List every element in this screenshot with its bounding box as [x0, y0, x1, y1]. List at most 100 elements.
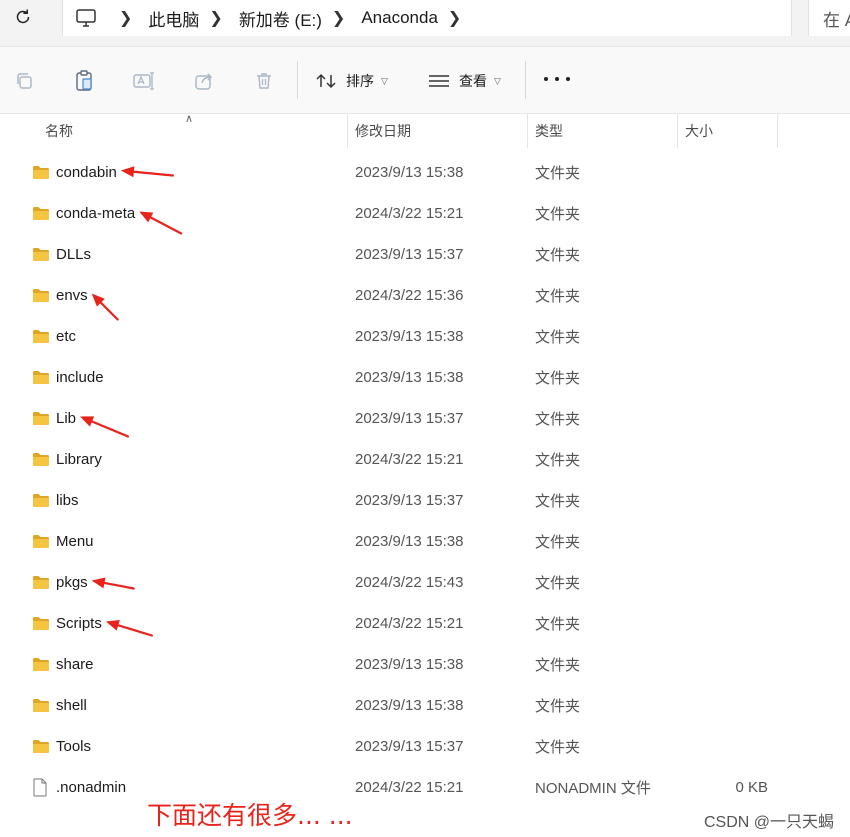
- modified-date: 2024/3/22 15:21: [355, 205, 464, 222]
- file-size: [680, 685, 768, 726]
- file-row[interactable]: share 2023/9/13 15:38 文件夹: [0, 644, 850, 685]
- modified-date: 2023/9/13 15:38: [355, 656, 464, 673]
- file-row[interactable]: condabin 2023/9/13 15:38 文件夹: [0, 152, 850, 193]
- modified-date: 2024/3/22 15:21: [355, 615, 464, 632]
- view-button[interactable]: 查看 ▽: [428, 69, 501, 93]
- modified-date: 2023/9/13 15:38: [355, 328, 464, 345]
- file-row[interactable]: Menu 2023/9/13 15:38 文件夹: [0, 521, 850, 562]
- file-name: .nonadmin: [56, 779, 127, 796]
- sort-button[interactable]: 排序 ▽: [316, 69, 388, 93]
- modified-date: 2024/3/22 15:21: [355, 779, 464, 796]
- file-row[interactable]: include 2023/9/13 15:38 文件夹: [0, 357, 850, 398]
- file-row[interactable]: libs 2023/9/13 15:37 文件夹: [0, 480, 850, 521]
- folder-icon: [32, 411, 50, 427]
- column-header-date[interactable]: 修改日期: [347, 114, 527, 148]
- share-icon: [195, 73, 212, 90]
- copy-button[interactable]: [12, 69, 36, 93]
- folder-icon: [32, 698, 50, 714]
- file-row[interactable]: Tools 2023/9/13 15:37 文件夹: [0, 726, 850, 767]
- file-type: 文件夹: [535, 370, 581, 387]
- name-cell: libs: [32, 480, 79, 521]
- breadcrumb-anaconda[interactable]: Anaconda: [361, 8, 438, 28]
- chevron-down-icon: ▽: [494, 75, 501, 86]
- file-row[interactable]: DLLs 2023/9/13 15:37 文件夹: [0, 234, 850, 275]
- file-row[interactable]: Scripts 2024/3/22 15:21 文件夹: [0, 603, 850, 644]
- folder-icon: [32, 616, 50, 632]
- file-name: Tools: [56, 738, 92, 755]
- name-cell: Tools: [32, 726, 91, 767]
- file-name: Lib: [56, 410, 77, 427]
- breadcrumb-drive-e[interactable]: 新加卷 (E:): [239, 6, 322, 31]
- file-row[interactable]: etc 2023/9/13 15:38 文件夹: [0, 316, 850, 357]
- modified-date: 2023/9/13 15:37: [355, 246, 464, 263]
- folder-icon: [32, 206, 50, 222]
- file-size: [680, 480, 768, 521]
- name-cell: shell: [32, 685, 87, 726]
- name-cell: Lib: [32, 398, 76, 439]
- file-name: condabin: [56, 164, 117, 181]
- file-type: 文件夹: [535, 493, 581, 510]
- chevron-down-icon: ▽: [381, 75, 388, 86]
- file-size: [680, 398, 768, 439]
- file-size: [680, 316, 768, 357]
- name-cell: Library: [32, 439, 102, 480]
- folder-icon: [32, 370, 50, 386]
- dot: [544, 77, 548, 81]
- column-header-name[interactable]: 名称: [37, 114, 347, 148]
- dot: [555, 77, 559, 81]
- column-resize-handle[interactable]: [777, 114, 778, 148]
- column-header: ∧ 名称 修改日期 类型 大小: [0, 113, 850, 148]
- folder-icon: [32, 452, 50, 468]
- column-header-type[interactable]: 类型: [527, 114, 677, 148]
- name-cell: condabin: [32, 152, 117, 193]
- file-type: 文件夹: [535, 165, 581, 182]
- sort-icon: [316, 73, 336, 89]
- address-box[interactable]: ❯ 此电脑 ❯ 新加卷 (E:) ❯ Anaconda ❯: [62, 0, 792, 36]
- chevron-right-icon: ❯: [119, 10, 133, 27]
- rename-button[interactable]: [132, 69, 156, 93]
- share-button[interactable]: [192, 69, 216, 93]
- modified-date: 2024/3/22 15:21: [355, 451, 464, 468]
- file-size: [680, 152, 768, 193]
- file-icon: [32, 778, 50, 797]
- modified-date: 2023/9/13 15:37: [355, 410, 464, 427]
- search-input[interactable]: 在 A: [808, 0, 850, 36]
- folder-icon: [32, 534, 50, 550]
- file-row[interactable]: Lib 2023/9/13 15:37 文件夹: [0, 398, 850, 439]
- file-type: 文件夹: [535, 206, 581, 223]
- folder-icon: [32, 739, 50, 755]
- file-row[interactable]: .nonadmin 2024/3/22 15:21 NONADMIN 文件 0 KB: [0, 767, 850, 808]
- chevron-right-icon[interactable]: ❯: [448, 8, 461, 28]
- rename-icon: [133, 72, 154, 90]
- file-row[interactable]: pkgs 2024/3/22 15:43 文件夹: [0, 562, 850, 603]
- name-cell: Menu: [32, 521, 94, 562]
- file-type: 文件夹: [535, 288, 581, 305]
- modified-date: 2023/9/13 15:38: [355, 533, 464, 550]
- file-size: [680, 439, 768, 480]
- file-name: Menu: [56, 533, 94, 550]
- file-type: 文件夹: [535, 698, 581, 715]
- column-header-size[interactable]: 大小: [677, 114, 777, 148]
- breadcrumb-this-pc[interactable]: 此电脑: [148, 6, 199, 31]
- name-cell: envs: [32, 275, 88, 316]
- refresh-button[interactable]: [6, 6, 40, 28]
- paste-button[interactable]: [72, 69, 96, 93]
- file-size: [680, 275, 768, 316]
- copy-icon: [17, 73, 32, 89]
- more-options-button[interactable]: [544, 71, 570, 87]
- file-type: 文件夹: [535, 657, 581, 674]
- name-cell: etc: [32, 316, 76, 357]
- file-row[interactable]: Library 2024/3/22 15:21 文件夹: [0, 439, 850, 480]
- file-row[interactable]: conda-meta 2024/3/22 15:21 文件夹: [0, 193, 850, 234]
- file-row[interactable]: shell 2023/9/13 15:38 文件夹: [0, 685, 850, 726]
- modified-date: 2023/9/13 15:38: [355, 697, 464, 714]
- file-name: shell: [56, 697, 87, 714]
- file-size: [680, 603, 768, 644]
- file-row[interactable]: envs 2024/3/22 15:36 文件夹: [0, 275, 850, 316]
- delete-button[interactable]: [252, 69, 276, 93]
- file-list: condabin 2023/9/13 15:38 文件夹 conda-meta 2024…: [0, 152, 850, 808]
- name-cell: pkgs: [32, 562, 88, 603]
- file-type: 文件夹: [535, 575, 581, 592]
- sort-label: 排序: [346, 73, 374, 89]
- toolbar-divider: [525, 61, 526, 99]
